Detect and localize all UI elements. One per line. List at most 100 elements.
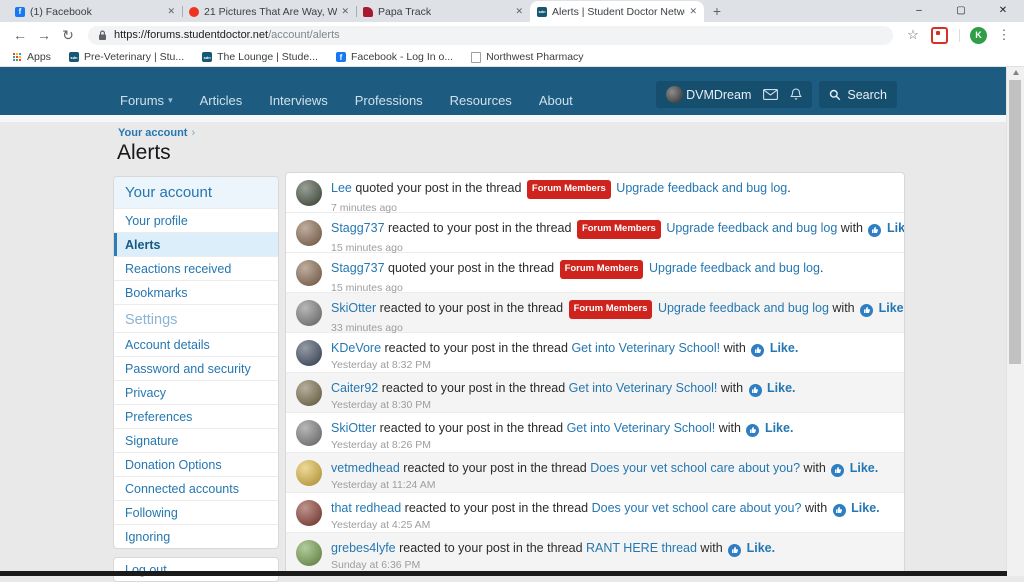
breadcrumb[interactable]: Your account› (118, 127, 195, 139)
alert-thread-link[interactable]: RANT HERE thread (586, 541, 697, 555)
tab-close-icon[interactable]: ✕ (167, 7, 175, 16)
sidebar-item-alerts[interactable]: Alerts (114, 232, 278, 256)
like-icon (833, 504, 846, 517)
bookmark-item[interactable]: The Lounge | Stude... (202, 51, 318, 63)
sidebar-item-connected-accounts[interactable]: Connected accounts (114, 476, 278, 500)
alert-timestamp: 7 minutes ago (331, 202, 791, 214)
alert-row: Lee quoted your post in the thread Forum… (286, 173, 904, 213)
alert-username-link[interactable]: grebes4lyfe (331, 541, 396, 555)
like-label: Like. (770, 341, 799, 355)
search-icon (829, 89, 841, 101)
alert-username-link[interactable]: SkiOtter (331, 421, 376, 435)
sidebar-item-account-details[interactable]: Account details (114, 332, 278, 356)
sidebar-item-ignoring[interactable]: Ignoring (114, 524, 278, 548)
sidebar-item-donation-options[interactable]: Donation Options (114, 452, 278, 476)
bookmark-star-icon[interactable]: ☆ (901, 27, 925, 43)
bookmark-item[interactable]: Facebook - Log In o... (336, 51, 453, 63)
browser-tab[interactable]: Papa Track ✕ (356, 1, 530, 22)
account-menu[interactable]: DVMDream (666, 86, 751, 103)
like-icon (728, 544, 741, 557)
alert-username-link[interactable]: Stagg737 (331, 261, 385, 275)
alert-username-link[interactable]: Caiter92 (331, 381, 378, 395)
bookmark-item[interactable]: Apps (12, 51, 51, 63)
nav-link-resources[interactable]: Resources (450, 93, 512, 108)
logout-box: Log out (113, 557, 279, 582)
alert-thread-link[interactable]: Get into Veterinary School! (571, 341, 720, 355)
alert-username-link[interactable]: SkiOtter (331, 301, 376, 315)
nav-link-label: Forums (120, 93, 164, 108)
alert-thread-link[interactable]: Does your vet school care about you? (592, 501, 802, 515)
sidebar-item-preferences[interactable]: Preferences (114, 404, 278, 428)
header-bottom-strip (0, 115, 1007, 122)
sidebar-item-password-and-security[interactable]: Password and security (114, 356, 278, 380)
alert-timestamp: 15 minutes ago (331, 242, 905, 254)
alert-text: SkiOtter reacted to your post in the thr… (331, 300, 905, 320)
alert-timestamp: Yesterday at 11:24 AM (331, 479, 878, 491)
alert-thread-link[interactable]: Upgrade feedback and bug log (616, 181, 787, 195)
nav-link-articles[interactable]: Articles (200, 93, 243, 108)
sidebar-item-bookmarks[interactable]: Bookmarks (114, 280, 278, 304)
sidebar-item-your-profile[interactable]: Your profile (114, 208, 278, 232)
avatar (296, 340, 322, 366)
alert-thread-link[interactable]: Upgrade feedback and bug log (649, 261, 820, 275)
browser-tab[interactable]: Alerts | Student Doctor Network✕ (530, 1, 704, 22)
alert-timestamp: 33 minutes ago (331, 322, 905, 334)
alert-thread-link[interactable]: Get into Veterinary School! (567, 421, 716, 435)
nav-link-forums[interactable]: Forums▾ (120, 93, 173, 108)
sidebar-item-following[interactable]: Following (114, 500, 278, 524)
avatar (296, 380, 322, 406)
alert-thread-link[interactable]: Get into Veterinary School! (569, 381, 718, 395)
alert-username-link[interactable]: Lee (331, 181, 352, 195)
alert-thread-link[interactable]: Upgrade feedback and bug log (666, 221, 837, 235)
extension-icon[interactable] (931, 27, 948, 44)
bookmark-item[interactable]: Pre-Veterinary | Stu... (69, 51, 184, 63)
alert-text: Caiter92 reacted to your post in the thr… (331, 380, 796, 397)
tab-close-icon[interactable]: ✕ (515, 7, 523, 16)
address-bar[interactable]: https://forums.studentdoctor.net/account… (88, 26, 893, 45)
alert-body: Caiter92 reacted to your post in the thr… (331, 380, 796, 407)
forward-button[interactable]: → (32, 27, 56, 43)
like-icon (751, 344, 764, 357)
reload-button[interactable]: ↻ (56, 27, 80, 44)
sidebar-item-reactions-received[interactable]: Reactions received (114, 256, 278, 280)
tab-close-icon[interactable]: ✕ (689, 7, 697, 16)
new-tab-button[interactable]: + (704, 1, 730, 22)
inbox-icon[interactable] (763, 89, 778, 100)
bookmark-item[interactable]: Northwest Pharmacy (471, 51, 583, 63)
alert-username-link[interactable]: KDeVore (331, 341, 381, 355)
browser-profile-avatar[interactable]: K (970, 27, 987, 44)
browser-tab[interactable]: (1) Facebook ✕ (8, 1, 182, 22)
alert-thread-link[interactable]: Does your vet school care about you? (590, 461, 800, 475)
sidebar-item-log-out[interactable]: Log out (114, 558, 278, 581)
nav-link-professions[interactable]: Professions (355, 93, 423, 108)
search-button[interactable]: Search (819, 81, 897, 108)
alert-text: Stagg737 reacted to your post in the thr… (331, 220, 905, 240)
tab-title: Papa Track (378, 6, 511, 18)
nav-link-about[interactable]: About (539, 93, 573, 108)
tab-title: (1) Facebook (30, 6, 163, 18)
sdn-icon (202, 52, 212, 62)
maximize-button[interactable]: ▢ (940, 0, 982, 22)
close-window-button[interactable]: ✕ (982, 0, 1024, 22)
sidebar-item-privacy[interactable]: Privacy (114, 380, 278, 404)
nav-link-label: Interviews (269, 93, 328, 108)
scrollbar-thumb[interactable] (1009, 80, 1021, 364)
alert-thread-link[interactable]: Upgrade feedback and bug log (658, 301, 829, 315)
page-scrollbar[interactable] (1006, 66, 1024, 576)
alert-row: KDeVore reacted to your post in the thre… (286, 333, 904, 373)
browser-tab[interactable]: 21 Pictures That Are Way, Wayyy✕ (182, 1, 356, 22)
scrollbar-up-arrow-icon[interactable] (1007, 66, 1024, 79)
browser-menu-icon[interactable]: ⋮ (992, 27, 1016, 43)
tab-close-icon[interactable]: ✕ (341, 7, 349, 16)
alerts-bell-icon[interactable] (790, 88, 802, 101)
alert-username-link[interactable]: vetmedhead (331, 461, 400, 475)
alert-username-link[interactable]: that redhead (331, 501, 401, 515)
minimize-button[interactable]: – (898, 0, 940, 22)
alert-username-link[interactable]: Stagg737 (331, 221, 385, 235)
nav-link-interviews[interactable]: Interviews (269, 93, 328, 108)
back-button[interactable]: ← (8, 27, 32, 43)
sidebar-item-signature[interactable]: Signature (114, 428, 278, 452)
alert-row: Caiter92 reacted to your post in the thr… (286, 373, 904, 413)
like-label: Like. (887, 221, 905, 235)
avatar (296, 220, 322, 246)
